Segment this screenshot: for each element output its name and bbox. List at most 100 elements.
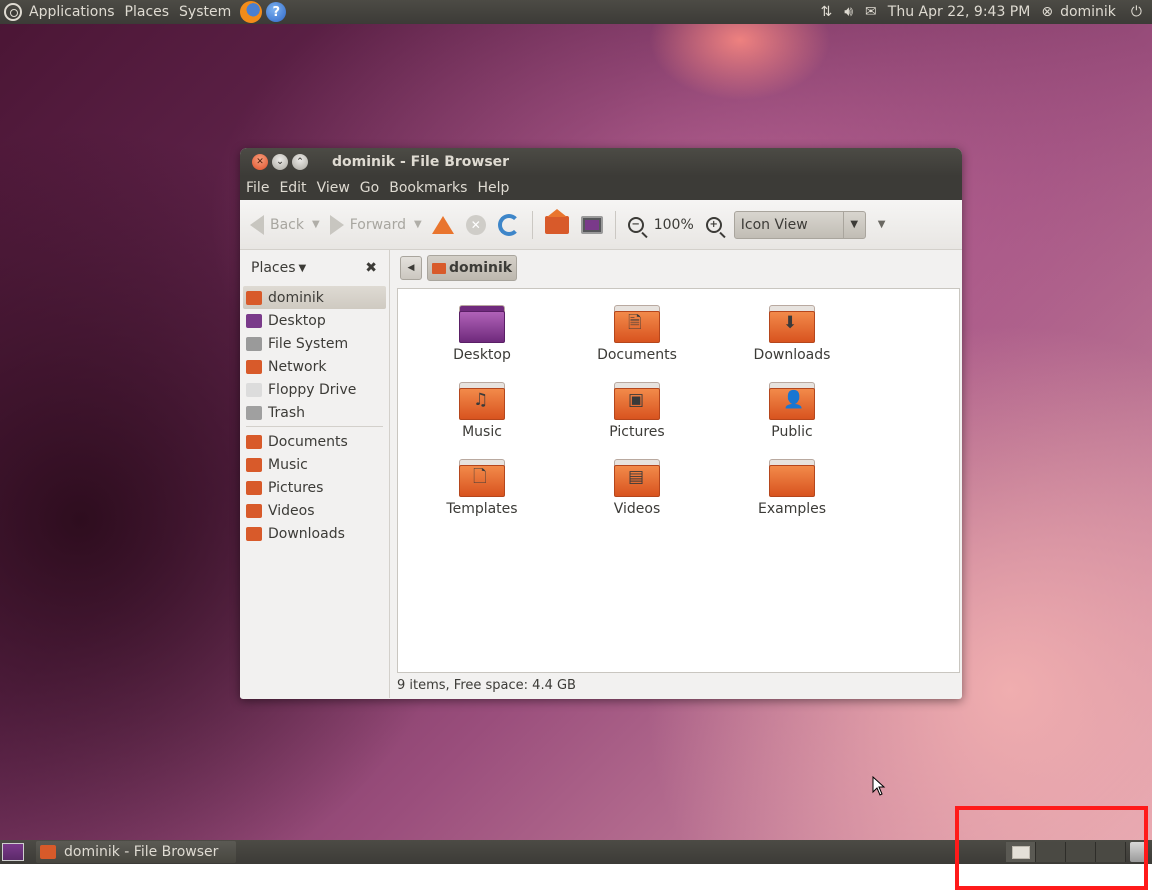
zoom-out-icon: − [627, 216, 644, 233]
menu-file[interactable]: File [242, 180, 273, 196]
maximize-window-icon[interactable]: ⌃ [292, 154, 308, 170]
downloads-folder-icon [246, 526, 262, 541]
taskbar-window-label: dominik - File Browser [64, 844, 219, 860]
file-item-label: Pictures [609, 424, 665, 440]
sidebar-item-downloads[interactable]: Downloads [240, 522, 389, 545]
toolbar: Back ▼ Forward ▼ ✕ − 100% + Icon View ▼ … [240, 200, 962, 250]
help-icon[interactable]: ? [266, 2, 287, 22]
downloads-folder-icon: ⬇ [769, 305, 815, 343]
file-item-music[interactable]: ♫ Music [412, 382, 552, 440]
file-item-pictures[interactable]: ▣ Pictures [567, 382, 707, 440]
file-item-label: Documents [597, 347, 677, 363]
breadcrumb-home[interactable]: dominik [427, 255, 518, 281]
file-item-downloads[interactable]: ⬇ Downloads [722, 305, 862, 363]
highlight-annotation-box [955, 806, 1148, 890]
volume-icon[interactable]: 🔊︎ [844, 4, 853, 20]
network-icon[interactable]: ⇅ [820, 4, 832, 20]
home-folder-icon [432, 262, 446, 274]
sidebar-item-label: Trash [268, 404, 305, 421]
zoom-in-button[interactable]: + [705, 216, 722, 233]
menu-go[interactable]: Go [356, 180, 383, 196]
file-item-examples[interactable]: Examples [722, 459, 862, 517]
user-menu[interactable]: dominik [1055, 0, 1121, 24]
forward-history-dropdown-icon[interactable]: ▼ [414, 219, 422, 230]
back-button[interactable]: Back [250, 214, 304, 235]
power-icon[interactable]: ⏻ [1131, 4, 1142, 20]
view-mode-select[interactable]: Icon View ▼ [733, 210, 866, 239]
sidebar-item-trash[interactable]: Trash [240, 401, 389, 424]
close-sidebar-icon[interactable]: ✖ [365, 260, 377, 276]
menu-edit[interactable]: Edit [275, 180, 310, 196]
home-folder-icon [246, 290, 262, 305]
stop-button[interactable]: ✕ [465, 214, 486, 235]
folder-emblem: ♫ [473, 390, 489, 410]
file-item-label: Music [462, 424, 502, 440]
ubuntu-logo-icon[interactable] [4, 3, 22, 21]
zoom-level[interactable]: 100% [654, 217, 694, 233]
file-icon-view[interactable]: Desktop 🗎 Documents ⬇ Downloads ♫ Music ▣ Pictur… [397, 288, 960, 673]
file-item-public[interactable]: 👤 Public [722, 382, 862, 440]
forward-label: Forward [349, 216, 407, 233]
sidebar-item-label: Pictures [268, 479, 324, 496]
zoom-out-button[interactable]: − [627, 216, 644, 233]
sidebar-item-file-system[interactable]: File System [240, 332, 389, 355]
toolbar-overflow-icon[interactable]: ▼ [878, 219, 886, 230]
menu-help[interactable]: Help [473, 180, 513, 196]
sidebar-item-label: Videos [268, 502, 315, 519]
applications-menu[interactable]: Applications [24, 0, 120, 24]
file-item-videos[interactable]: ▤ Videos [567, 459, 707, 517]
desktop-background: Applications Places System ? ⇅ 🔊︎ ✉ Thu … [0, 0, 1152, 864]
places-menu[interactable]: Places [120, 0, 175, 24]
zoom-in-icon: + [705, 216, 722, 233]
close-window-icon[interactable]: ✕ [252, 154, 268, 170]
network-icon [246, 359, 262, 374]
taskbar-window-button[interactable]: dominik - File Browser [36, 841, 236, 863]
minimize-window-icon[interactable]: ⌄ [272, 154, 288, 170]
places-list: dominik Desktop File System Network Floppy D… [240, 286, 389, 545]
window-title: dominik - File Browser [332, 154, 510, 170]
toolbar-separator [531, 210, 533, 239]
pictures-folder-icon [246, 480, 262, 495]
floppy-icon [246, 382, 262, 397]
videos-folder-icon [246, 503, 262, 518]
user-status-icon[interactable]: ⊗ [1041, 4, 1053, 20]
mail-icon[interactable]: ✉ [865, 4, 877, 20]
back-arrow-icon [250, 214, 264, 235]
firefox-launcher-icon[interactable] [240, 1, 263, 23]
forward-button[interactable]: Forward [329, 214, 407, 235]
sidebar-item-desktop[interactable]: Desktop [240, 309, 389, 332]
documents-folder-icon: 🗎 [614, 305, 660, 343]
computer-button[interactable] [580, 215, 603, 234]
menu-view[interactable]: View [313, 180, 354, 196]
window-titlebar[interactable]: ✕ ⌄ ⌃ dominik - File Browser [240, 148, 962, 176]
file-item-documents[interactable]: 🗎 Documents [567, 305, 707, 363]
up-button[interactable] [431, 215, 454, 234]
home-button[interactable] [544, 208, 569, 234]
desktop-folder-icon [459, 305, 505, 343]
sidebar-item-dominik[interactable]: dominik [243, 286, 386, 309]
sidebar-item-documents[interactable]: Documents [240, 430, 389, 453]
system-menu[interactable]: System [174, 0, 236, 24]
sidebar-item-videos[interactable]: Videos [240, 499, 389, 522]
file-item-templates[interactable]: 🗋 Templates [412, 459, 552, 517]
mouse-cursor-icon [872, 776, 886, 796]
file-item-label: Public [771, 424, 813, 440]
sidebar-item-network[interactable]: Network [240, 355, 389, 378]
sidebar-item-music[interactable]: Music [240, 453, 389, 476]
sidebar-item-label: Desktop [268, 312, 326, 329]
top-panel: Applications Places System ? ⇅ 🔊︎ ✉ Thu … [0, 0, 1152, 24]
music-folder-icon: ♫ [459, 382, 505, 420]
folder-emblem: ▤ [628, 467, 645, 487]
places-header[interactable]: Places ▼ ✖ [240, 250, 389, 286]
computer-icon [580, 215, 603, 234]
sidebar-item-floppy-drive[interactable]: Floppy Drive [240, 378, 389, 401]
reload-button[interactable] [497, 213, 520, 236]
show-desktop-icon[interactable] [2, 843, 24, 861]
menu-bookmarks[interactable]: Bookmarks [385, 180, 471, 196]
back-history-dropdown-icon[interactable]: ▼ [312, 219, 320, 230]
sidebar-item-pictures[interactable]: Pictures [240, 476, 389, 499]
path-left-arrow-icon[interactable]: ◀ [400, 256, 422, 280]
folder-emblem: 🗋 [473, 467, 487, 487]
clock[interactable]: Thu Apr 22, 9:43 PM [883, 0, 1036, 24]
file-item-desktop[interactable]: Desktop [412, 305, 552, 363]
